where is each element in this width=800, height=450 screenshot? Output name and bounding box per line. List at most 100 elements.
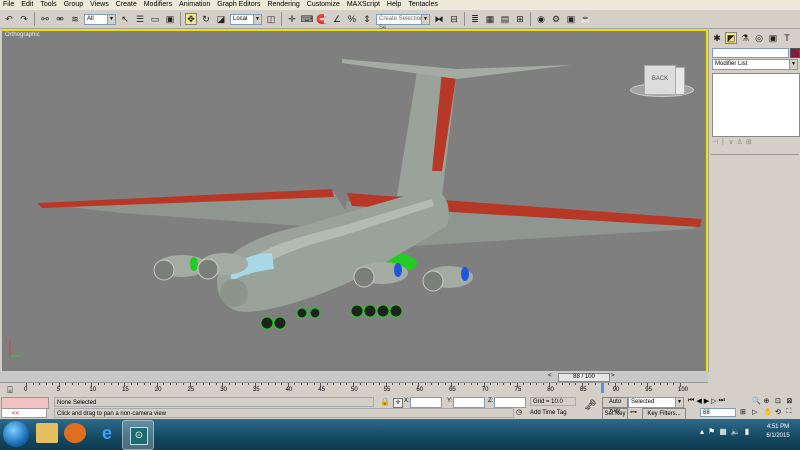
object-color-swatch[interactable] [790,48,800,58]
play-icon[interactable]: ▶ [704,397,709,407]
menu-tools[interactable]: Tools [37,0,60,10]
keyboard-shortcut-override-icon[interactable]: ⌨ [301,13,314,25]
modifier-list-dropdown[interactable]: Modifier List ▼ [712,59,798,70]
power-icon[interactable]: ▮ [745,427,749,441]
object-name-field[interactable] [712,48,789,58]
explorer-taskbar-icon[interactable] [36,423,58,443]
menu-animation[interactable]: Animation [176,0,214,10]
graphite-modeling-icon[interactable]: ▦ [484,13,496,25]
select-and-rotate-icon[interactable]: ↻ [200,13,212,25]
show-hidden-icons-icon[interactable]: ▴ [700,427,704,441]
menu-file[interactable]: File [0,0,18,10]
menu-customize[interactable]: Customize [304,0,344,10]
viewcube[interactable]: BACK [630,59,694,99]
unlink-icon[interactable]: ⚮ [54,13,66,25]
menu-tentacles[interactable]: Tentacles [405,0,442,10]
motion-tab-icon[interactable]: ◎ [753,32,765,44]
open-mini-curve-editor-icon[interactable]: ⌸ [4,384,16,396]
selection-filter-dropdown[interactable]: All ▼ [84,13,116,25]
window-crossing-icon[interactable]: ▣ [164,13,176,25]
undo-icon[interactable]: ↶ [3,13,15,25]
z-coord-input[interactable] [494,397,526,408]
key-icon[interactable]: 🗝 [584,400,597,411]
percent-snap-icon[interactable]: % [346,13,358,25]
maxscript-listener-output[interactable]: << [1,408,47,418]
pivot-center-icon[interactable]: ◫ [265,13,277,25]
zoom-extents-icon[interactable]: ⊡ [775,397,787,408]
select-object-icon[interactable]: ↖ [119,13,131,25]
go-to-end-icon[interactable]: ⏭ [718,397,724,407]
show-end-result-icon[interactable]: │ [721,138,725,148]
viewport-orthographic[interactable]: Orthographic z x BACK [1,30,707,372]
airplane-model[interactable] [2,31,706,371]
remove-modifier-icon[interactable]: ♙ [737,138,743,148]
select-and-link-icon[interactable]: ⚯ [39,13,51,25]
flag-icon[interactable]: ⚑ [708,427,715,441]
menu-graph-editors[interactable]: Graph Editors [214,0,264,10]
menu-maxscript[interactable]: MAXScript [344,0,384,10]
add-time-tag-button[interactable]: Add Time Tag [528,408,578,418]
menu-views[interactable]: Views [87,0,113,10]
key-mode-icon[interactable]: ⊶ [630,408,637,416]
internet-explorer-taskbar-icon[interactable]: e [96,423,118,443]
utilities-tab-icon[interactable]: T [781,32,793,44]
pin-stack-icon[interactable]: ⊣ [712,138,718,148]
mirror-icon[interactable]: ⧓ [433,13,445,25]
previous-frame-icon[interactable]: ◀ [696,397,701,407]
selection-set-dropdown[interactable]: Selected ▼ [628,397,684,408]
time-slider-next-arrow[interactable]: > [611,373,615,379]
make-unique-icon[interactable]: ∨ [728,138,733,148]
menu-rendering[interactable]: Rendering [264,0,303,10]
media-player-taskbar-icon[interactable] [64,423,86,443]
layer-manager-icon[interactable]: ≣ [469,13,481,25]
time-configuration-icon[interactable]: ⊞ [740,408,746,416]
align-icon[interactable]: ⊟ [448,13,460,25]
display-tab-icon[interactable]: ▣ [767,32,779,44]
y-coord-input[interactable] [453,397,485,408]
select-and-move-icon[interactable]: ✥ [185,13,197,25]
snaps-toggle-icon[interactable]: 🧲 [316,13,328,25]
menu-group[interactable]: Group [61,0,87,10]
render-setup-icon[interactable]: ⚙ [550,13,562,25]
viewcube-side[interactable] [675,67,685,95]
zoom-all-icon[interactable]: ⊕ [764,397,776,408]
schematic-view-icon[interactable]: ⊞ [514,13,526,25]
field-of-view-icon[interactable]: ▷ [752,408,764,419]
time-slider-prev-arrow[interactable]: < [548,373,552,379]
configure-modifier-sets-icon[interactable]: ⊞ [746,138,752,148]
spinner-snap-icon[interactable]: ⇕ [361,13,373,25]
menu-help[interactable]: Help [384,0,405,10]
zoom-icon[interactable]: 🔍 [752,397,764,408]
volume-icon[interactable]: 🔈 [731,427,741,441]
pan-icon[interactable]: ✋ [764,408,776,419]
create-tab-icon[interactable]: ✱ [711,32,723,44]
time-tag-icon[interactable]: ◷ [516,408,522,416]
current-frame-spinner[interactable]: 88 [700,408,736,417]
rendered-frame-window-icon[interactable]: ▣ [565,13,577,25]
time-slider-thumb[interactable]: 88 / 100 [558,373,610,382]
menu-create[interactable]: Create [113,0,141,10]
orbit-icon[interactable]: ⟲ [775,408,787,419]
modify-tab-icon[interactable]: ◩ [725,32,737,44]
select-and-scale-icon[interactable]: ◪ [215,13,227,25]
redo-icon[interactable]: ↷ [18,13,30,25]
render-production-icon[interactable]: ☕ [580,13,592,25]
absolute-mode-toggle[interactable]: ✛ [393,398,403,408]
viewcube-face[interactable]: BACK [644,65,676,95]
named-selection-sets-dropdown[interactable]: Create Selection Se ▼ [376,13,430,31]
angle-snap-icon[interactable]: ∠ [331,13,343,25]
bind-space-warp-icon[interactable]: ≋ [69,13,81,25]
zoom-extents-all-icon[interactable]: ⊠ [787,397,799,408]
3dsmax-taskbar-button[interactable]: ⊙ [122,420,154,450]
material-editor-icon[interactable]: ◉ [535,13,547,25]
track-bar[interactable]: ⌸ 0 5 10 15 20 25 30 35 40 45 50 55 60 65 70 75 80 85 90 95… [0,382,708,397]
next-frame-icon[interactable]: ▷ [711,397,716,407]
reference-coordinate-dropdown[interactable]: Local ▼ [230,13,262,25]
lock-selection-icon[interactable]: 🔒 [380,397,390,406]
menu-modifiers[interactable]: Modifiers [141,0,176,10]
select-by-name-icon[interactable]: ☰ [134,13,146,25]
auto-key-button[interactable]: Auto Key [602,397,628,414]
modifier-stack[interactable] [712,73,800,137]
rectangular-selection-icon[interactable]: ▭ [149,13,161,25]
x-coord-input[interactable] [410,397,442,408]
